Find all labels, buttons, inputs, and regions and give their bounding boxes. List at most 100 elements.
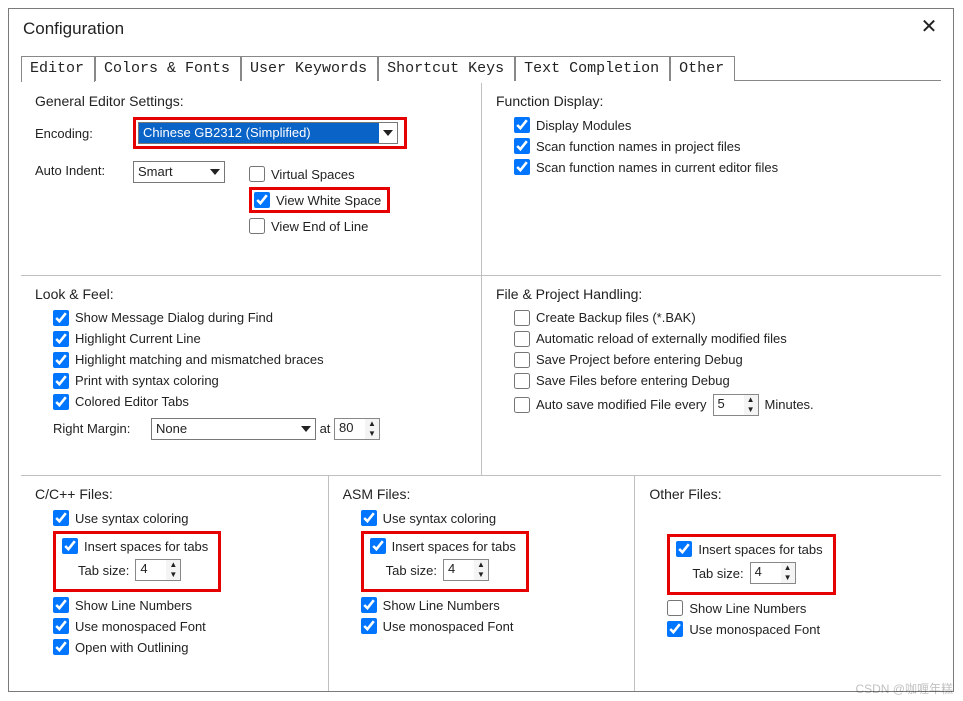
label-use-syntax: Use syntax coloring <box>383 511 496 526</box>
checkbox-save-files[interactable]: Save Files before entering Debug <box>514 373 927 389</box>
label-use-syntax: Use syntax coloring <box>75 511 188 526</box>
checkbox-autosave[interactable]: Auto save modified File every 5 ▲▼ Minut… <box>514 394 927 416</box>
close-icon[interactable]: ✕ <box>917 15 941 39</box>
checkbox-cc-syntax[interactable]: Use syntax coloring <box>53 510 314 526</box>
label-save-files: Save Files before entering Debug <box>536 373 730 388</box>
chevron-down-icon[interactable] <box>297 419 315 439</box>
label-mono-font: Use monospaced Font <box>689 622 820 637</box>
autoindent-combo[interactable]: Smart <box>133 161 225 183</box>
other-tabsize-value: 4 <box>751 563 781 583</box>
asm-tabsize-spinner[interactable]: 4 ▲▼ <box>443 559 489 581</box>
label-insert-spaces: Insert spaces for tabs <box>84 539 208 554</box>
right-margin-spinner[interactable]: 80 ▲▼ <box>334 418 380 440</box>
tab-user-keywords[interactable]: User Keywords <box>241 56 378 81</box>
checkbox-other-insert-spaces[interactable]: Insert spaces for tabs <box>676 541 822 557</box>
checkbox-auto-reload[interactable]: Automatic reload of externally modified … <box>514 331 927 347</box>
group-title-asm: ASM Files: <box>343 486 621 502</box>
spinner-buttons[interactable]: ▲▼ <box>365 419 379 439</box>
label-scan-project: Scan function names in project files <box>536 139 741 154</box>
checkbox-asm-line-numbers[interactable]: Show Line Numbers <box>361 597 621 613</box>
label-line-numbers: Show Line Numbers <box>689 601 806 616</box>
checkbox-other-mono-font[interactable]: Use monospaced Font <box>667 621 927 637</box>
label-scan-editor: Scan function names in current editor fi… <box>536 160 778 175</box>
tab-colors-fonts[interactable]: Colors & Fonts <box>95 56 241 81</box>
label-tab-size: Tab size: <box>78 563 129 578</box>
tab-text-completion[interactable]: Text Completion <box>515 56 670 81</box>
group-title-general: General Editor Settings: <box>35 93 467 109</box>
label-open-outlining: Open with Outlining <box>75 640 188 655</box>
configuration-dialog: Configuration ✕ Editor Colors & Fonts Us… <box>8 8 954 692</box>
checkbox-scan-project[interactable]: Scan function names in project files <box>514 138 927 154</box>
group-asm-files: ASM Files: Use syntax coloring Insert sp… <box>328 475 635 691</box>
group-function-display: Function Display: Display Modules Scan f… <box>481 83 941 275</box>
checkbox-colored-tabs[interactable]: Colored Editor Tabs <box>53 394 467 410</box>
right-margin-value: None <box>152 419 297 439</box>
tab-editor[interactable]: Editor <box>21 56 95 82</box>
checkbox-view-eol[interactable]: View End of Line <box>249 218 390 234</box>
label-insert-spaces: Insert spaces for tabs <box>392 539 516 554</box>
highlight-cc-tabs: Insert spaces for tabs Tab size: 4 ▲▼ <box>53 531 221 592</box>
autoindent-label: Auto Indent: <box>35 161 127 178</box>
label-mono-font: Use monospaced Font <box>75 619 206 634</box>
checkbox-cc-insert-spaces[interactable]: Insert spaces for tabs <box>62 538 208 554</box>
chevron-down-icon[interactable] <box>379 123 397 143</box>
cc-tabsize-value: 4 <box>136 560 166 580</box>
highlight-encoding: Chinese GB2312 (Simplified) <box>133 117 407 149</box>
checkbox-print-syntax[interactable]: Print with syntax coloring <box>53 373 467 389</box>
spinner-buttons[interactable]: ▲▼ <box>781 563 795 583</box>
encoding-value: Chinese GB2312 (Simplified) <box>139 123 379 143</box>
highlight-asm-tabs: Insert spaces for tabs Tab size: 4 ▲▼ <box>361 531 529 592</box>
asm-tabsize-value: 4 <box>444 560 474 580</box>
spinner-buttons[interactable]: ▲▼ <box>744 395 758 415</box>
encoding-label: Encoding: <box>35 126 127 141</box>
group-title-look: Look & Feel: <box>35 286 467 302</box>
label-create-backup: Create Backup files (*.BAK) <box>536 310 696 325</box>
checkbox-cc-mono-font[interactable]: Use monospaced Font <box>53 618 314 634</box>
label-insert-spaces: Insert spaces for tabs <box>698 542 822 557</box>
label-highlight-line: Highlight Current Line <box>75 331 201 346</box>
label-auto-reload: Automatic reload of externally modified … <box>536 331 787 346</box>
label-autosave-post: Minutes. <box>765 397 814 412</box>
checkbox-other-line-numbers[interactable]: Show Line Numbers <box>667 600 927 616</box>
tab-shortcut-keys[interactable]: Shortcut Keys <box>378 56 515 81</box>
spinner-buttons[interactable]: ▲▼ <box>474 560 488 580</box>
checkbox-view-whitespace[interactable]: View White Space <box>254 192 381 208</box>
tab-other[interactable]: Other <box>670 56 735 81</box>
chevron-down-icon[interactable] <box>206 162 224 182</box>
checkbox-display-modules[interactable]: Display Modules <box>514 117 927 133</box>
label-view-whitespace: View White Space <box>276 193 381 208</box>
checkbox-msg-dialog[interactable]: Show Message Dialog during Find <box>53 310 467 326</box>
checkbox-virtual-spaces[interactable]: Virtual Spaces <box>249 166 390 182</box>
group-other-files: Other Files: Insert spaces for tabs Tab … <box>634 475 941 691</box>
label-virtual-spaces: Virtual Spaces <box>271 167 355 182</box>
window-title: Configuration <box>23 19 124 38</box>
checkbox-asm-insert-spaces[interactable]: Insert spaces for tabs <box>370 538 516 554</box>
checkbox-highlight-brace[interactable]: Highlight matching and mismatched braces <box>53 352 467 368</box>
highlight-other-tabs: Insert spaces for tabs Tab size: 4 ▲▼ <box>667 534 835 595</box>
at-label: at <box>316 421 334 436</box>
cc-tabsize-spinner[interactable]: 4 ▲▼ <box>135 559 181 581</box>
encoding-combo[interactable]: Chinese GB2312 (Simplified) <box>138 122 398 144</box>
autoindent-value: Smart <box>134 162 206 182</box>
label-mono-font: Use monospaced Font <box>383 619 514 634</box>
right-margin-combo[interactable]: None <box>151 418 316 440</box>
checkbox-highlight-line[interactable]: Highlight Current Line <box>53 331 467 347</box>
autosave-spinner[interactable]: 5 ▲▼ <box>713 394 759 416</box>
checkbox-cc-line-numbers[interactable]: Show Line Numbers <box>53 597 314 613</box>
autosave-value: 5 <box>714 395 744 415</box>
label-tab-size: Tab size: <box>692 566 743 581</box>
group-title-cc: C/C++ Files: <box>35 486 314 502</box>
right-margin-label: Right Margin: <box>53 421 145 436</box>
spinner-buttons[interactable]: ▲▼ <box>166 560 180 580</box>
highlight-view-whitespace: View White Space <box>249 187 390 213</box>
other-tabsize-spinner[interactable]: 4 ▲▼ <box>750 562 796 584</box>
checkbox-create-backup[interactable]: Create Backup files (*.BAK) <box>514 310 927 326</box>
checkbox-asm-mono-font[interactable]: Use monospaced Font <box>361 618 621 634</box>
checkbox-asm-syntax[interactable]: Use syntax coloring <box>361 510 621 526</box>
checkbox-save-project[interactable]: Save Project before entering Debug <box>514 352 927 368</box>
label-display-modules: Display Modules <box>536 118 631 133</box>
titlebar: Configuration ✕ <box>9 9 953 49</box>
checkbox-scan-editor[interactable]: Scan function names in current editor fi… <box>514 159 927 175</box>
checkbox-cc-outlining[interactable]: Open with Outlining <box>53 639 314 655</box>
right-margin-at-value: 80 <box>335 419 365 439</box>
